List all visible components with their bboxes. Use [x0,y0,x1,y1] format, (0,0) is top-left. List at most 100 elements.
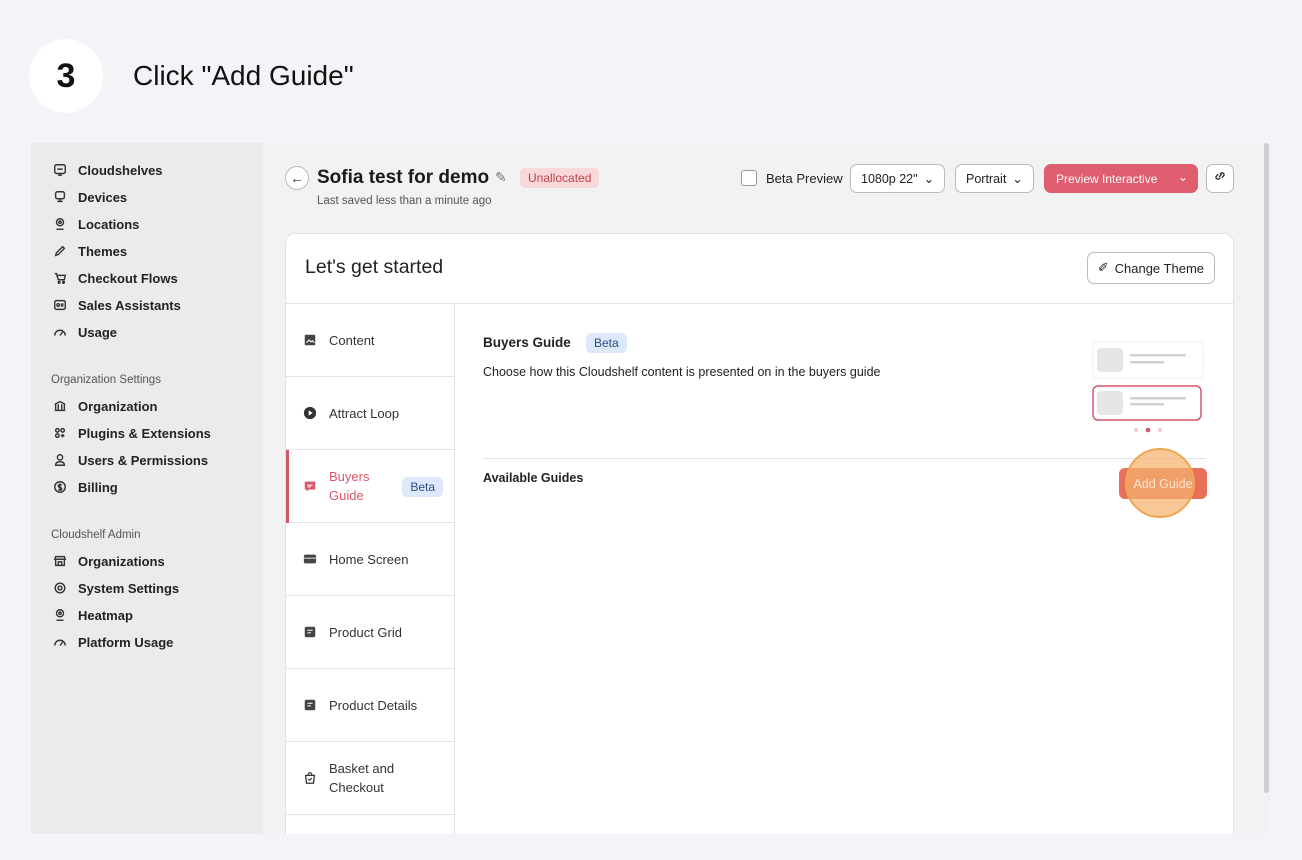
sidebar-item-checkout-flows[interactable]: Checkout Flows [51,267,178,289]
guide-layout-illustration [1092,341,1204,433]
sidebar-item-organizations[interactable]: Organizations [51,550,165,572]
sidebar-item-label: Plugins & Extensions [78,425,211,441]
tab-product-details[interactable]: Product Details [286,669,454,742]
sidebar-item-label: Devices [78,189,128,205]
resolution-value: 1080p 22" [861,171,918,186]
document-icon [302,624,318,640]
sidebar-item-users[interactable]: Users & Permissions [51,449,208,471]
sidebar-item-system-settings[interactable]: System Settings [51,577,179,599]
sidebar-item-locations[interactable]: Locations [51,213,139,235]
scrollbar[interactable] [1264,143,1269,793]
buyers-guide-panel: Buyers Guide Beta Choose how this Clouds… [456,304,1233,834]
back-button[interactable]: ← [285,166,309,190]
sidebar-item-label: Checkout Flows [78,270,178,286]
sidebar-item-label: Locations [78,216,140,232]
section-description: Choose how this Cloudshelf content is pr… [483,365,881,379]
location-pin-icon [51,217,69,231]
pencil-icon[interactable]: ✎ [495,169,507,186]
chat-icon [302,478,318,494]
link-icon [1213,169,1227,188]
available-guides-title: Available Guides [483,471,584,485]
tab-label: Basket and Checkout [329,761,395,795]
section-tabs: Content Attract Loop Buyers Guide Beta H… [286,304,455,834]
copy-link-button[interactable] [1206,164,1234,193]
chevron-down-icon: ⌄ [1012,172,1023,186]
last-saved-text: Last saved less than a minute ago [317,195,492,207]
sidebar-item-organization[interactable]: Organization [51,395,157,417]
active-indicator [286,450,289,523]
editor-main: ← Sofia test for demo ✎ Unallocated Last… [263,143,1261,834]
sidebar-item-devices[interactable]: Devices [51,186,127,208]
change-theme-button[interactable]: ✐ Change Theme [1086,252,1215,284]
preview-button-label: Preview Interactive [1056,171,1158,186]
resolution-select[interactable]: 1080p 22" ⌄ [850,164,946,193]
sidebar-item-sales-assistants[interactable]: Sales Assistants [51,294,181,316]
step-number-badge: 3 [29,39,103,113]
sidebar-item-label: Organizations [78,553,165,569]
sidebar-item-platform-usage[interactable]: Platform Usage [51,631,173,653]
tab-content[interactable]: Content [286,304,454,377]
orientation-value: Portrait [966,171,1007,186]
step-title: Click "Add Guide" [133,60,354,91]
add-guide-label: Add Guide [1133,476,1193,491]
section-title: Buyers Guide [483,335,571,350]
sidebar-item-cloudshelves[interactable]: Cloudshelves [51,159,163,181]
tab-label: Content [329,332,375,348]
sidebar-item-usage[interactable]: Usage [51,321,117,343]
sidebar-item-label: Organization [78,398,158,414]
divider [483,458,1206,459]
tab-home-screen[interactable]: Home Screen [286,523,454,596]
orientation-select[interactable]: Portrait ⌄ [955,164,1034,193]
sidebar-item-heatmap[interactable]: Heatmap [51,604,133,626]
sidebar-item-label: Heatmap [78,607,133,623]
tab-label: Product Details [329,697,418,713]
bag-icon [302,770,318,786]
brush-icon [51,244,69,258]
cloudshelf-icon [51,163,69,177]
document-icon [302,697,318,713]
chevron-down-icon[interactable]: ⌄ [1178,170,1188,184]
sidebar-item-label: Billing [78,479,118,495]
card-title: Let's get started [305,256,444,278]
change-theme-label: Change Theme [1114,260,1204,276]
sidebar-section-organization: Organization Settings [51,374,161,386]
tutorial-frame: 3 Click "Add Guide" Cloudshelves Devices… [0,0,1302,860]
screen-icon [302,551,318,567]
beta-preview-toggle[interactable]: Beta Preview [741,170,843,186]
setup-card: Let's get started ✐ Change Theme Content… [285,233,1234,834]
bank-icon [51,399,69,413]
sidebar-item-plugins[interactable]: Plugins & Extensions [51,422,211,444]
sidebar-item-themes[interactable]: Themes [51,240,127,262]
tab-buyers-guide[interactable]: Buyers Guide Beta [286,450,454,523]
image-icon [302,332,318,348]
chevron-down-icon: ⌄ [923,172,935,186]
beta-preview-checkbox[interactable] [741,170,757,186]
tab-label: Home Screen [329,551,409,567]
beta-preview-label: Beta Preview [766,170,843,186]
brush-icon: ✐ [1097,260,1109,275]
cart-icon [51,271,69,285]
sidebar-item-label: Users & Permissions [78,452,209,468]
sidebar-section-admin: Cloudshelf Admin [51,529,141,541]
tab-label: Buyers Guide [329,469,370,503]
tab-basket-checkout[interactable]: Basket and Checkout [286,742,454,815]
play-icon [302,405,318,421]
sidebar-item-billing[interactable]: Billing [51,476,118,498]
plugin-icon [51,426,69,440]
gauge-icon [51,325,69,339]
sidebar-item-label: Sales Assistants [78,297,181,313]
tab-label: Product Grid [329,624,402,640]
sidebar-item-label: Cloudshelves [78,162,163,178]
status-badge: Unallocated [520,168,600,188]
dollar-icon [51,480,69,494]
app-screenshot: Cloudshelves Devices Locations Themes Ch… [31,143,1269,834]
gauge-icon [51,635,69,649]
store-icon [51,554,69,568]
sidebar-item-label: Usage [78,324,118,340]
device-icon [51,190,69,204]
tab-product-grid[interactable]: Product Grid [286,596,454,669]
tab-attract-loop[interactable]: Attract Loop [286,377,454,450]
preview-interactive-button[interactable]: Preview Interactive ⌄ [1044,164,1198,193]
arrow-left-icon: ← [290,170,304,186]
location-pin-icon [51,608,69,622]
